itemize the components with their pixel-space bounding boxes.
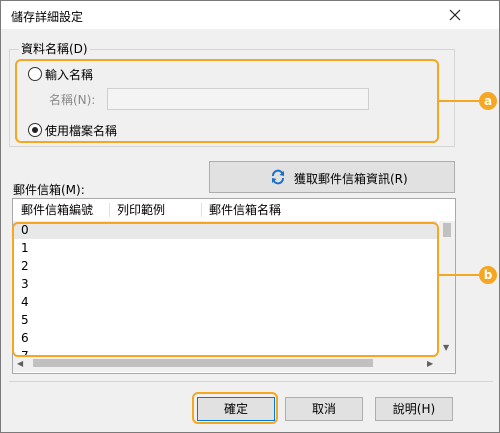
- footer-separator: [9, 381, 493, 382]
- callout-b: b: [479, 266, 497, 284]
- close-button[interactable]: [445, 5, 465, 25]
- cancel-button[interactable]: 取消: [285, 397, 363, 421]
- callout-a: a: [479, 92, 497, 110]
- mailbox-list-label: 郵件信箱(M):: [13, 183, 85, 197]
- callout-line-b: [439, 274, 479, 276]
- vertical-scrollbar[interactable]: ▼: [439, 221, 455, 355]
- vertical-scroll-thumb[interactable]: [443, 223, 451, 237]
- close-icon: [449, 9, 461, 21]
- callout-line-a: [439, 100, 479, 102]
- horizontal-scroll-thumb[interactable]: [33, 359, 373, 367]
- column-divider[interactable]: [109, 203, 110, 217]
- help-button[interactable]: 說明(H): [375, 397, 453, 421]
- title-bar: 儲存詳細設定: [1, 1, 499, 29]
- dialog-title: 儲存詳細設定: [11, 10, 84, 24]
- scroll-down-arrow-icon[interactable]: ▼: [443, 343, 449, 352]
- highlight-box-a: [15, 59, 439, 143]
- horizontal-scrollbar[interactable]: ◀ ▶: [13, 355, 439, 372]
- highlight-box-b: [12, 222, 439, 357]
- scroll-right-arrow-icon[interactable]: ▶: [427, 359, 433, 368]
- fetch-mailbox-info-label: 獲取郵件信箱資訊(R): [294, 172, 408, 186]
- column-header-print-sample[interactable]: 列印範例: [117, 199, 165, 221]
- save-settings-dialog: 儲存詳細設定 資料名稱(D) 輸入名稱 名稱(N): 使用檔案名稱 獲取郵件信箱…: [0, 0, 500, 433]
- file-name-group-legend: 資料名稱(D): [19, 40, 90, 57]
- column-divider[interactable]: [201, 203, 202, 217]
- fetch-mailbox-info-button[interactable]: 獲取郵件信箱資訊(R): [209, 161, 455, 193]
- highlight-box-ok: [192, 392, 278, 424]
- scroll-left-arrow-icon[interactable]: ◀: [17, 359, 23, 368]
- scrollbar-corner: [439, 355, 455, 372]
- column-header-mailbox-number[interactable]: 郵件信箱編號: [21, 199, 93, 221]
- column-header-mailbox-name[interactable]: 郵件信箱名稱: [209, 199, 281, 221]
- refresh-icon: [272, 169, 284, 185]
